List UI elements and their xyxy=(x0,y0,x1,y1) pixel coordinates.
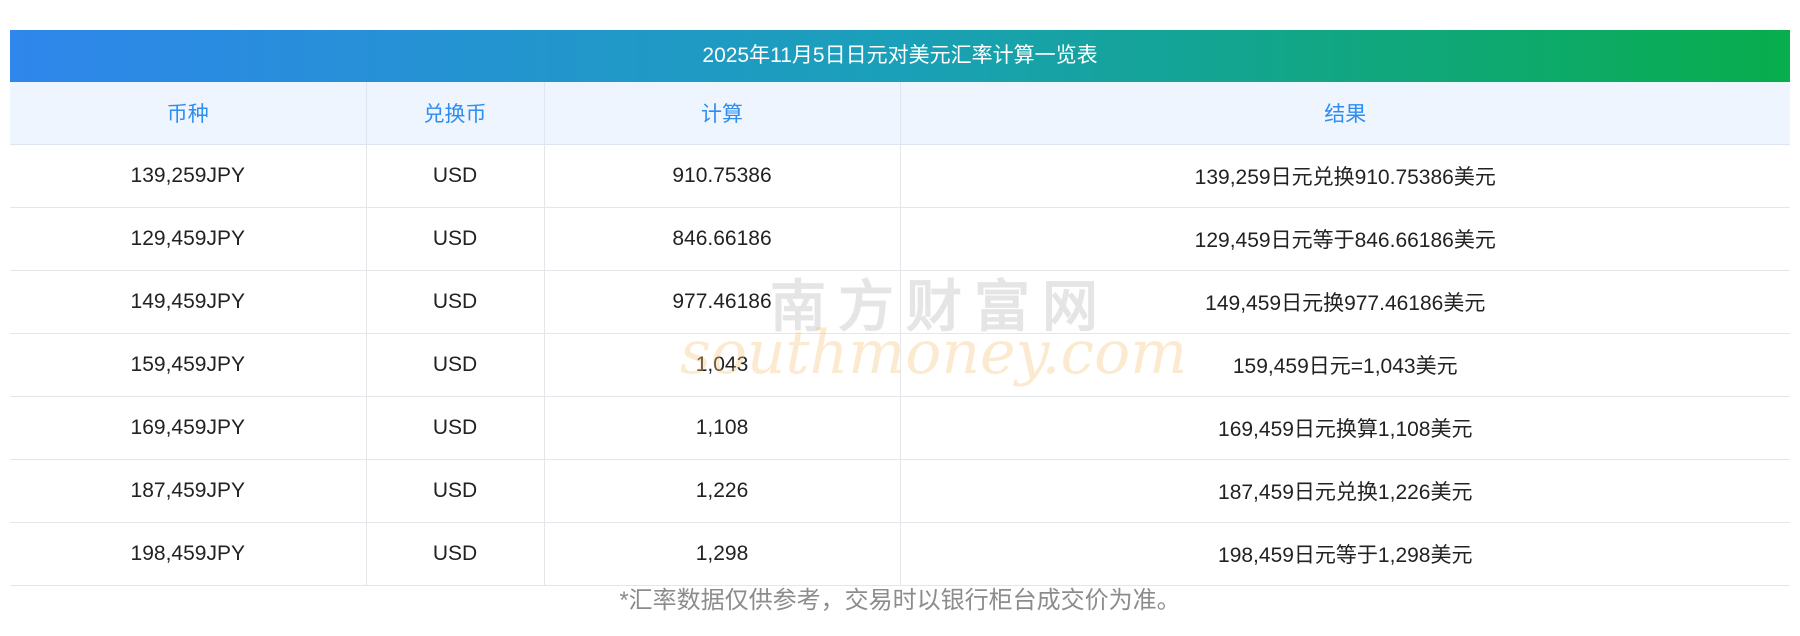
table-title: 2025年11月5日日元对美元汇率计算一览表 xyxy=(10,30,1790,82)
cell-target: USD xyxy=(365,270,544,334)
cell-target: USD xyxy=(365,333,544,397)
table-row: 139,259JPY USD 910.75386 139,259日元兑换910.… xyxy=(10,144,1790,208)
cell-result: 169,459日元换算1,108美元 xyxy=(899,396,1790,460)
cell-target: USD xyxy=(365,522,544,586)
cell-calc: 1,043 xyxy=(543,333,900,397)
disclaimer-note: *汇率数据仅供参考，交易时以银行柜台成交价为准。 xyxy=(619,587,1181,614)
header-result: 结果 xyxy=(899,82,1790,145)
table-row: 187,459JPY USD 1,226 187,459日元兑换1,226美元 xyxy=(10,459,1790,523)
cell-result: 149,459日元换977.46186美元 xyxy=(899,270,1790,334)
table-row: 159,459JPY USD 1,043 159,459日元=1,043美元 xyxy=(10,333,1790,397)
table-row: 198,459JPY USD 1,298 198,459日元等于1,298美元 xyxy=(10,522,1790,586)
table-header-row: 币种 兑换币 计算 结果 xyxy=(10,82,1790,145)
cell-calc: 846.66186 xyxy=(543,207,900,271)
cell-calc: 1,108 xyxy=(543,396,900,460)
table-row: 129,459JPY USD 846.66186 129,459日元等于846.… xyxy=(10,207,1790,271)
cell-target: USD xyxy=(365,396,544,460)
cell-calc: 977.46186 xyxy=(543,270,900,334)
cell-target: USD xyxy=(365,207,544,271)
cell-calc: 1,298 xyxy=(543,522,900,586)
header-calculation: 计算 xyxy=(543,82,900,145)
cell-currency: 129,459JPY xyxy=(10,207,366,271)
cell-currency: 159,459JPY xyxy=(10,333,366,397)
cell-result: 187,459日元兑换1,226美元 xyxy=(899,459,1790,523)
cell-target: USD xyxy=(365,144,544,208)
cell-currency: 187,459JPY xyxy=(10,459,366,523)
cell-result: 139,259日元兑换910.75386美元 xyxy=(899,144,1790,208)
cell-result: 129,459日元等于846.66186美元 xyxy=(899,207,1790,271)
cell-calc: 1,226 xyxy=(543,459,900,523)
header-currency: 币种 xyxy=(10,82,366,145)
header-target-currency: 兑换币 xyxy=(365,82,544,145)
cell-currency: 198,459JPY xyxy=(10,522,366,586)
cell-currency: 169,459JPY xyxy=(10,396,366,460)
cell-result: 159,459日元=1,043美元 xyxy=(899,333,1790,397)
table-row: 149,459JPY USD 977.46186 149,459日元换977.4… xyxy=(10,270,1790,334)
cell-currency: 149,459JPY xyxy=(10,270,366,334)
rate-table-container: 2025年11月5日日元对美元汇率计算一览表 币种 兑换币 计算 结果 139,… xyxy=(10,30,1790,586)
cell-calc: 910.75386 xyxy=(543,144,900,208)
cell-result: 198,459日元等于1,298美元 xyxy=(899,522,1790,586)
table-row: 169,459JPY USD 1,108 169,459日元换算1,108美元 xyxy=(10,396,1790,460)
cell-currency: 139,259JPY xyxy=(10,144,366,208)
cell-target: USD xyxy=(365,459,544,523)
rate-table: 币种 兑换币 计算 结果 139,259JPY USD 910.75386 13… xyxy=(10,82,1790,586)
